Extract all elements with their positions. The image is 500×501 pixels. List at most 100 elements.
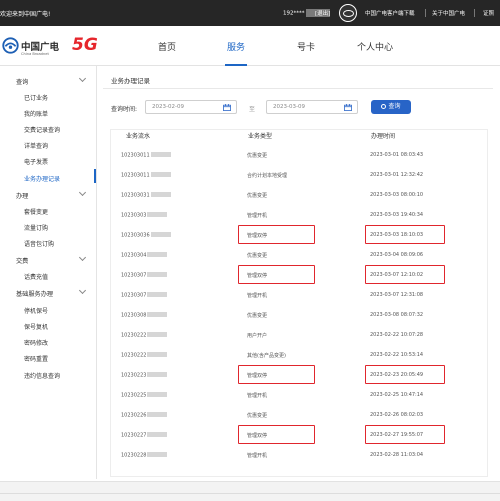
- sidebar-item-plan-change[interactable]: 套餐变更: [24, 207, 48, 216]
- highlight-box: [365, 225, 445, 244]
- sidebar-group-pay[interactable]: 交费: [16, 256, 28, 265]
- serial-cell: 10230222: [121, 352, 168, 359]
- time-cell: 2023-02-25 10:47:14: [370, 392, 424, 398]
- serial-text: 10230308: [121, 312, 147, 319]
- sidebar-item-subscribed[interactable]: 已订业务: [24, 93, 48, 102]
- about-link[interactable]: 关于中国广电: [432, 9, 465, 17]
- nav-service[interactable]: 服务: [227, 40, 245, 53]
- serial-cell: 10230307: [121, 292, 168, 299]
- table-row: 10230222 其他(含产品变更) 2023-02-22 10:53:14: [111, 345, 487, 365]
- sidebar-item-business-records[interactable]: 业务办理记录: [24, 174, 60, 183]
- records-table: 业务流水 业务类型 办理时间 102303011 优惠变更 2023-03-01 0…: [110, 129, 488, 477]
- type-cell: 合约计划本地受理: [247, 173, 288, 179]
- serial-text: 10230227: [121, 432, 147, 439]
- column-header-type: 业务类型: [248, 133, 273, 140]
- serial-cell: 102303011: [121, 152, 171, 159]
- sidebar-item-password-change[interactable]: 密码修改: [24, 338, 48, 347]
- logout-link[interactable]: [退出]: [315, 9, 330, 17]
- horizontal-scrollbar[interactable]: [0, 493, 500, 494]
- query-button-label: 查询: [388, 104, 401, 110]
- sidebar-item-data-order[interactable]: 流量订购: [24, 223, 48, 232]
- sidebar-item-default-query[interactable]: 违约信息查询: [24, 371, 60, 380]
- type-cell: 优惠变更: [247, 313, 268, 319]
- serial-text: 102303011: [121, 172, 150, 179]
- serial-mask: [147, 372, 168, 377]
- time-cell: 2023-03-01 12:32:42: [370, 172, 424, 178]
- sidebar-group-handle[interactable]: 办理: [16, 191, 28, 200]
- highlight-box: [365, 365, 445, 384]
- serial-text: 10230225: [121, 392, 147, 399]
- time-cell: 2023-03-08 08:07:32: [370, 312, 424, 318]
- sidebar-item-voice-order[interactable]: 语音包订购: [24, 239, 54, 248]
- serial-mask: [147, 432, 168, 437]
- serial-mask: [147, 272, 168, 277]
- table-row: 10230307 管理双停 2023-03-07 12:10:02: [111, 265, 487, 285]
- serial-text: 10230228: [121, 452, 147, 459]
- license-link[interactable]: 证照: [483, 9, 494, 17]
- end-date-field[interactable]: [266, 100, 358, 114]
- sidebar-item-e-invoice[interactable]: 电子发票: [24, 157, 48, 166]
- divider: [425, 9, 426, 17]
- highlight-box: [365, 425, 445, 444]
- serial-cell: 10230304: [121, 252, 168, 259]
- table-row: 10230227 管理双停 2023-02-27 19:55:07: [111, 425, 487, 445]
- serial-mask: [147, 332, 168, 337]
- sidebar-group-query[interactable]: 查询: [16, 77, 28, 86]
- chevron-down-icon[interactable]: [78, 188, 87, 197]
- sidebar-item-recharge[interactable]: 话费充值: [24, 272, 48, 281]
- time-cell: 2023-02-22 10:07:28: [370, 332, 424, 338]
- serial-cell: 102303036: [121, 232, 171, 239]
- sidebar-item-resume[interactable]: 保号复机: [24, 322, 48, 331]
- table-row: 10230303 管理开机 2023-03-03 19:40:34: [111, 205, 487, 225]
- calendar-icon[interactable]: [223, 104, 231, 111]
- time-cell: 2023-02-22 10:53:14: [370, 352, 424, 358]
- table-row: 10230228 管理开机 2023-02-28 11:03:04: [111, 445, 487, 465]
- type-cell: 优惠变更: [247, 253, 268, 259]
- serial-mask: [147, 452, 168, 457]
- table-row: 10230307 管理开机 2023-03-07 12:31:08: [111, 285, 487, 305]
- serial-mask: [150, 232, 171, 237]
- sidebar-item-bill[interactable]: 我的账单: [24, 109, 48, 118]
- query-time-label: 查询时间:: [111, 106, 138, 113]
- calendar-icon[interactable]: [344, 104, 352, 111]
- divider: [474, 9, 475, 17]
- start-date-field[interactable]: [145, 100, 237, 114]
- type-cell: 用户开户: [247, 333, 268, 339]
- serial-cell: 10230228: [121, 452, 168, 459]
- welcome-text: 欢迎来到中国广电!: [0, 11, 51, 18]
- nav-sim-card[interactable]: 号卡: [297, 40, 315, 53]
- highlight-box: [365, 265, 445, 284]
- type-cell: 管理开机: [247, 293, 268, 299]
- sidebar-group-basic-service[interactable]: 基础服务办理: [16, 289, 53, 298]
- end-date-input[interactable]: [273, 104, 339, 110]
- broadnet-logo-icon[interactable]: [2, 37, 19, 54]
- chevron-down-icon[interactable]: [78, 253, 87, 262]
- table-row: 10230223 管理双停 2023-02-23 20:05:49: [111, 365, 487, 385]
- query-button[interactable]: 查询: [371, 100, 411, 114]
- serial-mask: [150, 152, 171, 157]
- chevron-down-icon[interactable]: [78, 74, 87, 83]
- brand-name: 中国广电: [21, 42, 60, 53]
- client-download-link[interactable]: 中国广电客户端下载: [365, 9, 415, 17]
- nav-personal-center[interactable]: 个人中心: [357, 40, 393, 53]
- sidebar-item-password-reset[interactable]: 密码重置: [24, 354, 48, 363]
- serial-cell: 10230303: [121, 212, 168, 219]
- serial-text: 10230226: [121, 412, 147, 419]
- serial-text: 10230307: [121, 272, 147, 279]
- start-date-input[interactable]: [152, 104, 218, 110]
- highlight-box: [238, 265, 315, 284]
- serial-text: 102303036: [121, 232, 150, 239]
- serial-text: 10230222: [121, 352, 147, 359]
- serial-text: 10230304: [121, 252, 147, 259]
- serial-cell: 10230226: [121, 412, 168, 419]
- serial-mask: [147, 312, 168, 317]
- sidebar-item-detail-query[interactable]: 详单查询: [24, 141, 48, 150]
- sidebar-item-suspend[interactable]: 停机保号: [24, 306, 48, 315]
- serial-mask: [147, 392, 168, 397]
- sidebar-item-payment-records[interactable]: 交费记录查询: [24, 125, 60, 134]
- sidebar-active-indicator: [94, 169, 96, 183]
- serial-cell: 10230223: [121, 372, 168, 379]
- serial-text: 102303011: [121, 152, 150, 159]
- nav-home[interactable]: 首页: [158, 40, 176, 53]
- chevron-down-icon[interactable]: [78, 286, 87, 295]
